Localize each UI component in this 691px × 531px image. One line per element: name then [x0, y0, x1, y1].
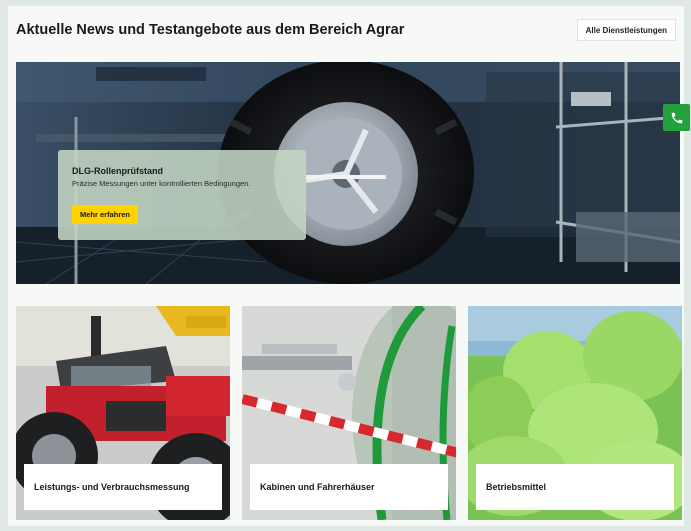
card-label: Leistungs- und Verbrauchsmessung — [24, 464, 222, 510]
card-performance-measurement[interactable]: Leistungs- und Verbrauchsmessung — [16, 306, 230, 520]
page: Aktuelle News und Testangebote aus dem B… — [8, 6, 690, 526]
page-title: Aktuelle News und Testangebote aus dem B… — [16, 22, 405, 38]
phone-contact-button[interactable] — [663, 104, 690, 131]
card-cabins[interactable]: Kabinen und Fahrerhäuser — [242, 306, 456, 520]
service-cards: Leistungs- und Verbrauchsmessung Kabinen… — [16, 306, 682, 520]
hero-card-subtitle: Präzise Messungen unter kontrollierten B… — [72, 179, 251, 188]
learn-more-button[interactable]: Mehr erfahren — [72, 205, 139, 224]
card-label: Betriebsmittel — [476, 464, 674, 510]
hero-banner: DLG-Rollenprüfstand Präzise Messungen un… — [16, 62, 680, 284]
hero-card: DLG-Rollenprüfstand Präzise Messungen un… — [58, 150, 306, 240]
phone-icon — [671, 112, 682, 123]
card-operating-supplies[interactable]: Betriebsmittel — [468, 306, 682, 520]
card-label: Kabinen und Fahrerhäuser — [250, 464, 448, 510]
hero-card-title: DLG-Rollenprüfstand — [72, 166, 163, 176]
all-services-button[interactable]: Alle Dienstleistungen — [576, 19, 676, 41]
